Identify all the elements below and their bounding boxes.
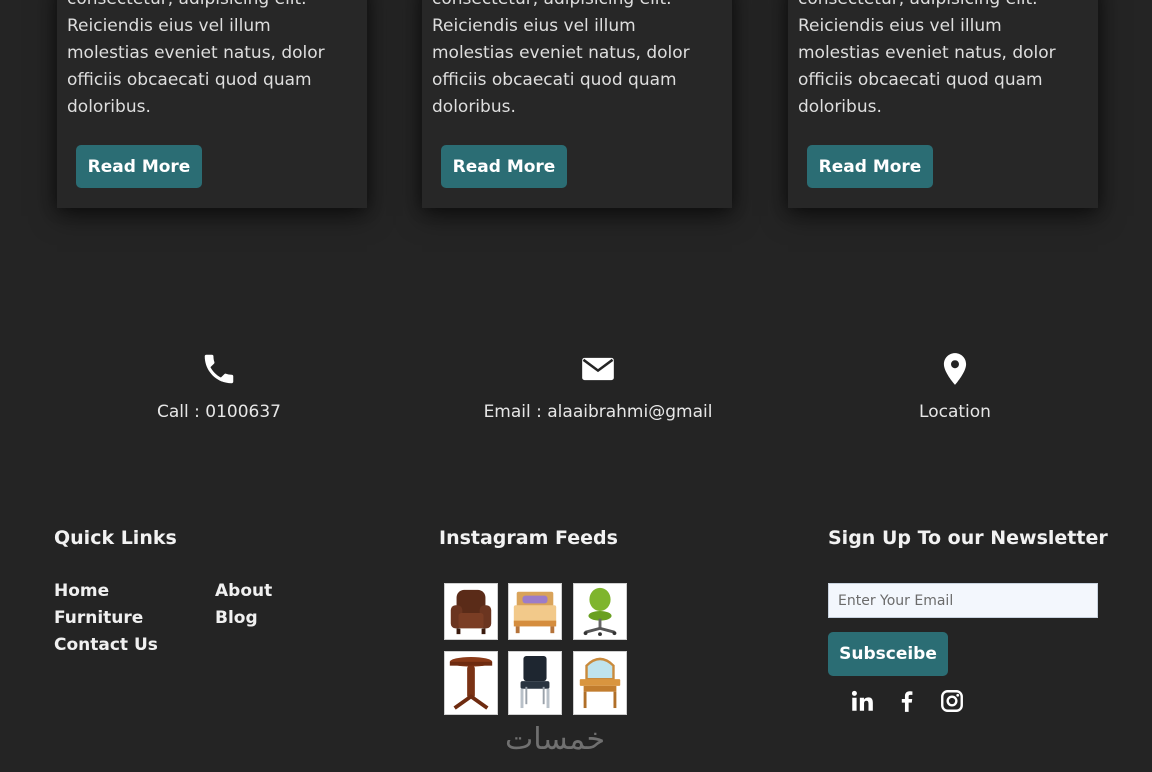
map-pin-icon	[943, 353, 967, 385]
location-text: Location	[919, 402, 991, 422]
instagram-icon[interactable]	[939, 688, 965, 714]
armchair-image[interactable]	[444, 583, 498, 640]
quick-links-heading: Quick Links	[54, 527, 177, 549]
link-blog[interactable]: Blog	[215, 607, 258, 629]
contact-email: Email : alaaibrahmi@gmail	[448, 350, 748, 422]
card-text: Lorem ipsum dolor sit amet consectetur, …	[798, 0, 1056, 117]
read-more-button[interactable]: Read More	[76, 145, 202, 188]
office-chair-image[interactable]	[573, 583, 627, 640]
contact-location: Location	[805, 350, 1105, 422]
watermark-logo: خمسات	[505, 722, 606, 757]
blog-card: Lorem ipsum dolor sit amet consectetur, …	[57, 0, 367, 208]
card-text: Lorem ipsum dolor sit amet consectetur, …	[67, 0, 325, 117]
card-text: Lorem ipsum dolor sit amet consectetur, …	[432, 0, 690, 117]
read-more-button[interactable]: Read More	[807, 145, 933, 188]
linkedin-icon[interactable]	[849, 688, 875, 714]
link-about[interactable]: About	[215, 580, 272, 602]
blog-card: Lorem ipsum dolor sit amet consectetur, …	[422, 0, 732, 208]
envelope-icon	[582, 357, 614, 381]
phone-icon	[204, 354, 234, 384]
link-contact-us[interactable]: Contact Us	[54, 634, 158, 656]
subscribe-button[interactable]: Subsceibe	[828, 632, 948, 676]
vanity-mirror-image[interactable]	[573, 651, 627, 715]
instagram-feeds-heading: Instagram Feeds	[439, 527, 618, 549]
newsletter-heading: Sign Up To our Newsletter	[828, 527, 1108, 549]
call-text: Call : 0100637	[157, 402, 281, 422]
email-input[interactable]	[828, 583, 1098, 618]
dining-chair-image[interactable]	[508, 651, 562, 715]
link-furniture[interactable]: Furniture	[54, 607, 143, 629]
bed-image[interactable]	[508, 583, 562, 640]
facebook-icon[interactable]	[894, 688, 920, 714]
contact-call: Call : 0100637	[69, 350, 369, 422]
read-more-button[interactable]: Read More	[441, 145, 567, 188]
link-home[interactable]: Home	[54, 580, 109, 602]
email-text: Email : alaaibrahmi@gmail	[483, 402, 713, 422]
blog-card: Lorem ipsum dolor sit amet consectetur, …	[788, 0, 1098, 208]
side-table-image[interactable]	[444, 651, 498, 715]
